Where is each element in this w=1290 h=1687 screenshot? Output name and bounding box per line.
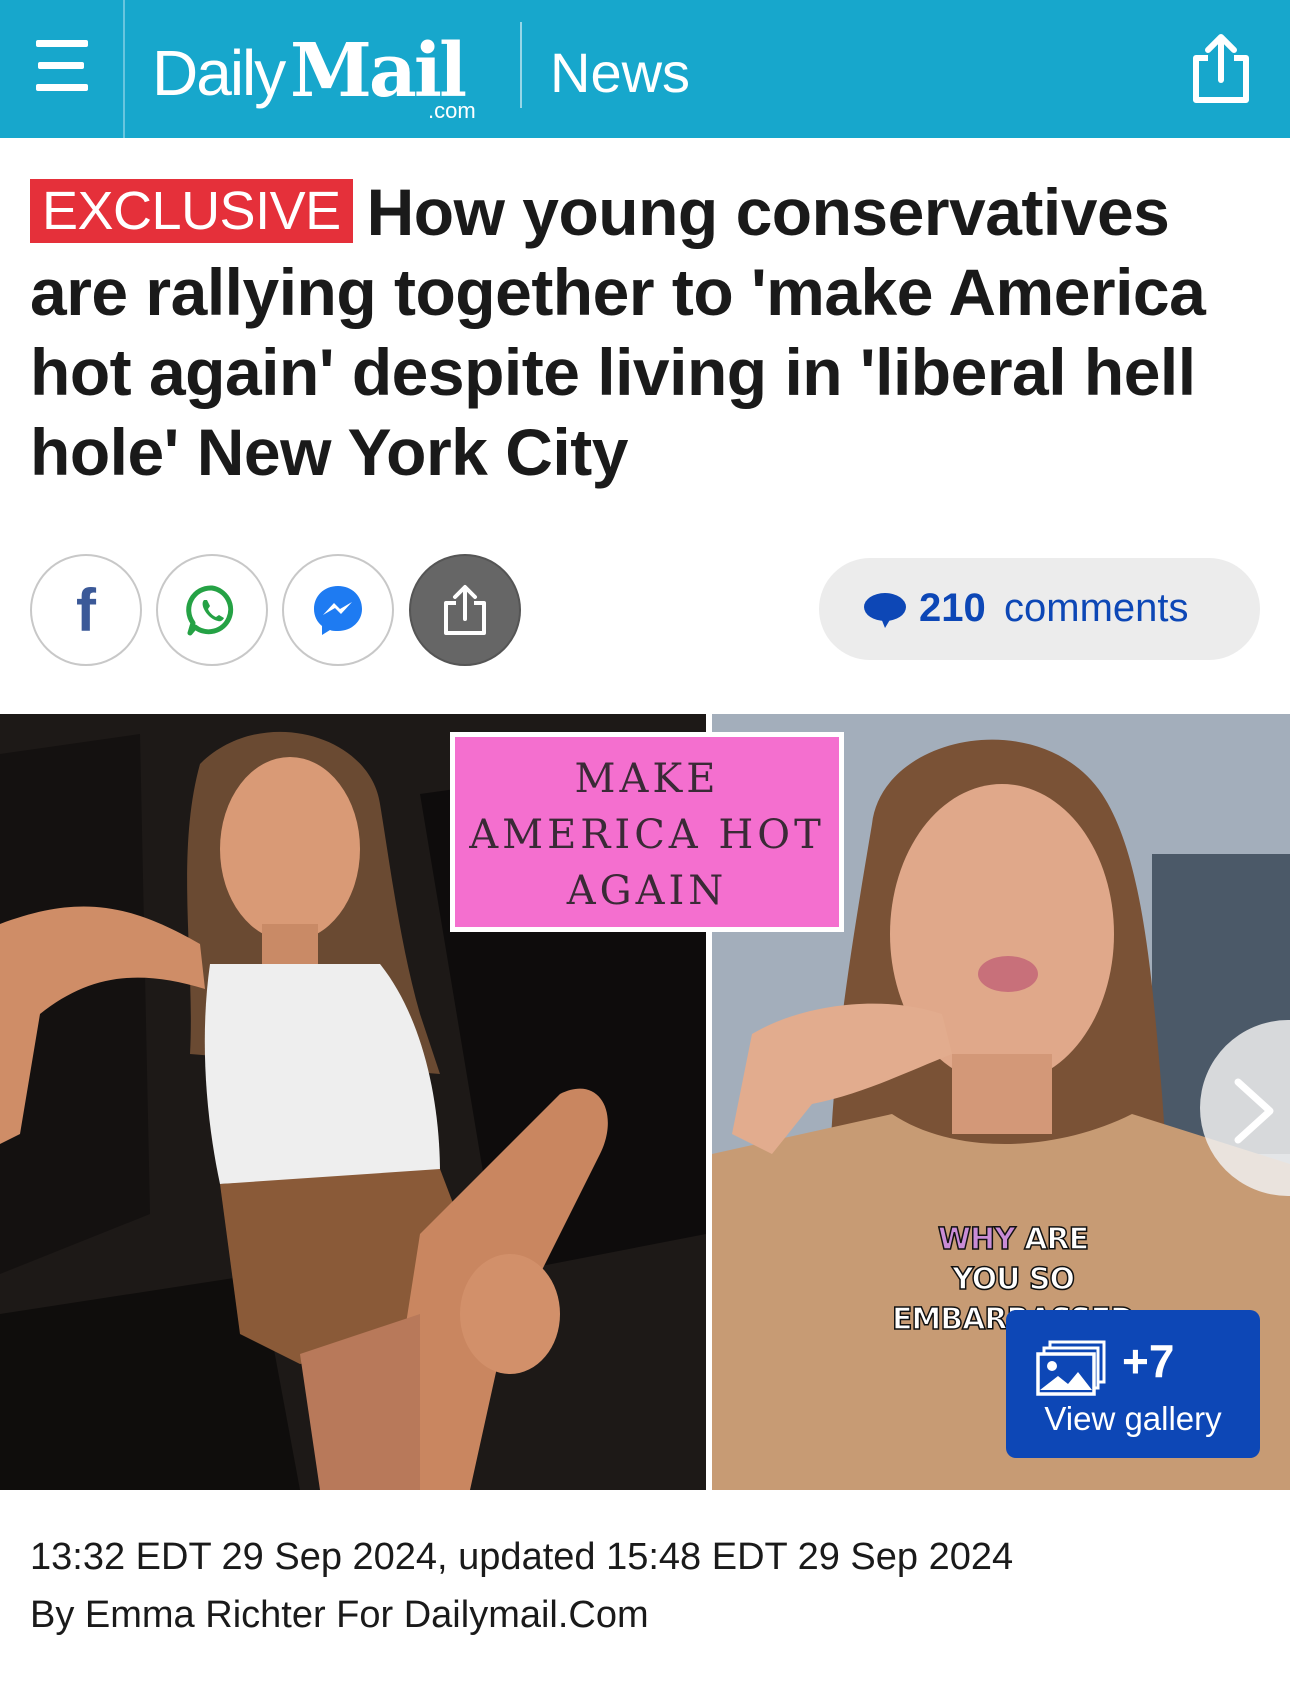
comments-count: 210 <box>919 586 986 630</box>
sign-line-1: MAKE <box>574 756 720 802</box>
article-byline[interactable]: By Emma Richter For Dailymail.Com <box>30 1594 649 1637</box>
share-icon[interactable] <box>1186 32 1256 106</box>
sign-line-2: AMERICA HOT <box>469 812 825 858</box>
caption-are: ARE <box>1024 1221 1090 1258</box>
gallery-label: View gallery <box>1044 1400 1222 1437</box>
logo-com: .com <box>428 98 476 123</box>
messenger-share-button[interactable] <box>282 554 394 666</box>
whatsapp-icon <box>186 585 234 636</box>
make-america-hot-again-sign: MAKE AMERICA HOT AGAIN <box>450 732 844 932</box>
comments-button[interactable]: 210 comments <box>819 558 1260 660</box>
article-headline: EXCLUSIVE How young conservatives are ral… <box>30 172 1270 492</box>
sign-line-3: AGAIN <box>566 868 728 914</box>
gallery-icon <box>1036 1340 1106 1396</box>
whatsapp-share-button[interactable] <box>156 554 268 666</box>
more-share-button[interactable] <box>409 554 521 666</box>
exclusive-badge: EXCLUSIVE <box>30 179 353 243</box>
logo-daily: Daily <box>152 37 286 109</box>
view-gallery-button[interactable]: +7 View gallery <box>1006 1310 1260 1458</box>
gallery-count: +7 <box>1122 1335 1175 1387</box>
header-divider <box>520 22 522 108</box>
article-dateline: 13:32 EDT 29 Sep 2024, updated 15:48 EDT… <box>30 1536 1014 1578</box>
caption-why: WHY <box>937 1221 1016 1258</box>
section-title[interactable]: News <box>550 40 690 105</box>
comments-label: comments <box>1004 586 1189 630</box>
facebook-share-button[interactable]: f <box>30 554 142 666</box>
facebook-icon: f <box>76 577 96 644</box>
messenger-icon <box>314 586 362 635</box>
share-icon <box>444 585 486 635</box>
chevron-right-icon <box>1234 1078 1274 1144</box>
comment-bubble-icon <box>864 593 906 628</box>
menu-icon[interactable] <box>0 0 125 138</box>
top-bar: Daily Mail .com News <box>0 0 1290 138</box>
